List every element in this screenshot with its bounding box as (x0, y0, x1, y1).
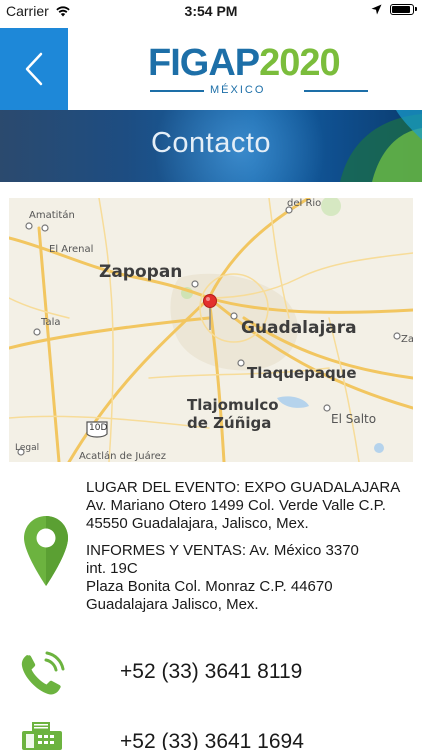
location-pin-icon (24, 516, 68, 586)
page-title: Contacto (150, 127, 272, 159)
event-map[interactable]: Amatitán del Rio El Arenal Zapopan Tala … (9, 198, 413, 462)
status-indicators (371, 4, 417, 15)
map-label-tlajomulco-2: de Zúñiga (187, 414, 272, 432)
address-block: LUGAR DEL EVENTO: EXPO GUADALAJARA Av. M… (86, 479, 416, 623)
fax-number-link[interactable]: +52 (33) 3641 1694 (120, 730, 304, 750)
map-legal-link[interactable]: Legal (15, 443, 39, 453)
logo-text: FIGAP2020 (148, 42, 341, 85)
status-time: 3:54 PM (184, 3, 238, 19)
logo-year-text: 2020 (259, 42, 341, 84)
map-label-amatitan: Amatitán (29, 210, 75, 221)
map-label-tala: Tala (41, 317, 61, 328)
chevron-left-icon (25, 52, 43, 86)
phone-number-link[interactable]: +52 (33) 3641 8119 (120, 660, 302, 684)
map-label-acatlan: Acatlán de Juárez (79, 451, 167, 462)
map-label-guadalajara: Guadalajara (241, 318, 357, 338)
page-banner: Contacto (0, 110, 422, 182)
sales-line: Guadalajara Jalisco, Mex. (86, 596, 259, 613)
map-label-route: 10D (89, 423, 108, 433)
logo-main-text: FIGAP (148, 42, 260, 84)
status-bar: Carrier 3:54 PM (0, 0, 422, 24)
map-label-za: Za (401, 334, 413, 345)
battery-level (392, 6, 410, 13)
map-label-zapopan: Zapopan (99, 262, 183, 282)
sales-line: int. 19C (86, 560, 138, 577)
map-label-del-rio: del Rio (287, 198, 322, 209)
logo-divider (304, 90, 368, 92)
logo-divider (150, 90, 204, 92)
fax-icon[interactable] (20, 722, 64, 750)
venue-line: Av. Mariano Otero 1499 Col. Verde Valle … (86, 497, 386, 514)
sales-address: INFORMES Y VENTAS: Av. México 3370 int. … (86, 542, 416, 614)
back-button[interactable] (0, 28, 68, 110)
app-header: FIGAP2020 MÉXICO (0, 28, 422, 110)
map-label-tlaquepaque: Tlaquepaque (247, 364, 357, 382)
venue-address: LUGAR DEL EVENTO: EXPO GUADALAJARA Av. M… (86, 479, 416, 533)
venue-line: LUGAR DEL EVENTO: EXPO GUADALAJARA (86, 479, 401, 496)
battery-icon (390, 4, 417, 15)
map-label-el-arenal: El Arenal (49, 244, 94, 255)
map-label-el-salto: El Salto (331, 412, 377, 426)
location-arrow-icon (371, 4, 382, 15)
sales-line: Plaza Bonita Col. Monraz C.P. 44670 (86, 578, 333, 595)
logo-subtitle: MÉXICO (210, 84, 266, 96)
venue-line: 45550 Guadalajara, Jalisco, Mex. (86, 515, 309, 532)
map-label-tlajomulco: Tlajomulco (187, 396, 279, 414)
sales-line: INFORMES Y VENTAS: Av. México 3370 (86, 542, 359, 559)
figap-logo: FIGAP2020 MÉXICO (148, 40, 378, 100)
phone-icon[interactable] (18, 650, 66, 698)
